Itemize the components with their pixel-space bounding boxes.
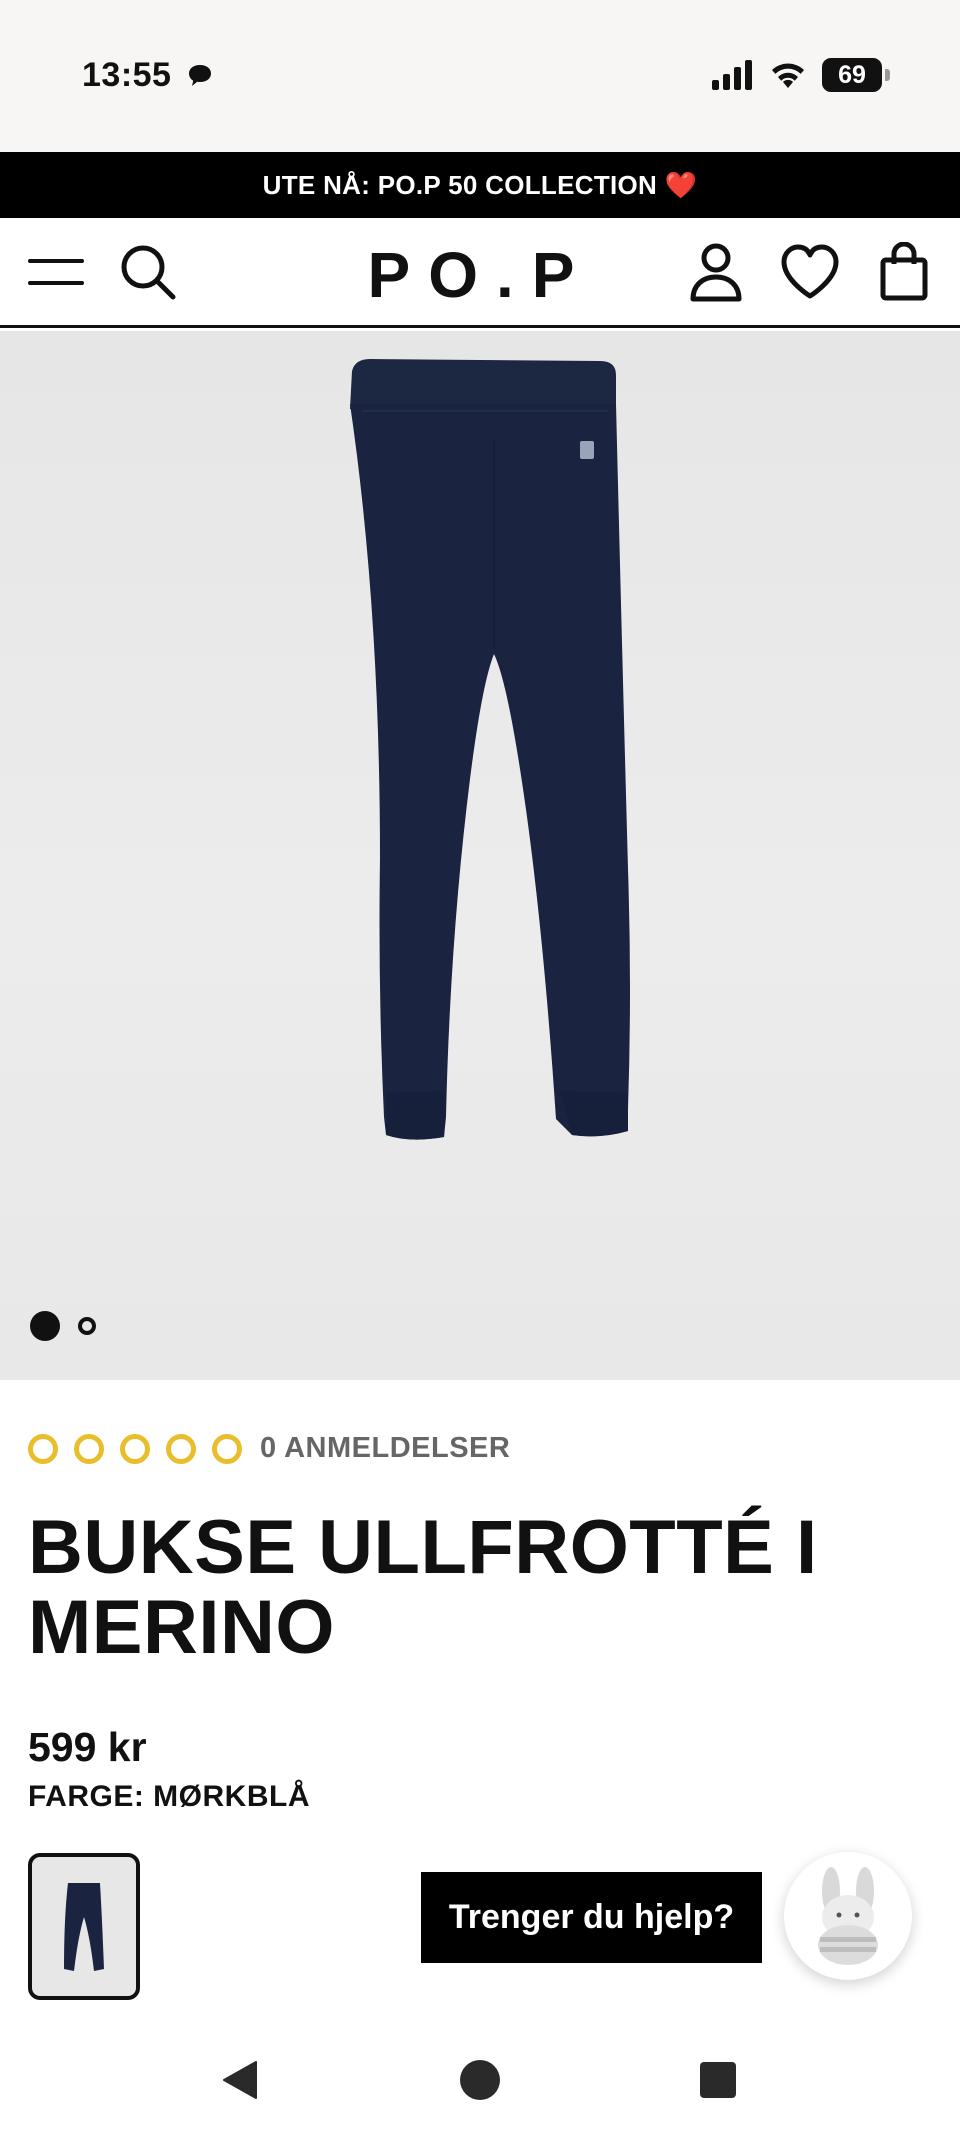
battery-level: 69: [838, 60, 866, 89]
back-button[interactable]: [210, 2050, 270, 2110]
status-right: 69: [712, 58, 890, 92]
product-image: [350, 359, 630, 1140]
bunny-mascot-icon: [818, 1867, 878, 1965]
brand-logo[interactable]: PO.P: [368, 239, 593, 311]
home-circle-icon: [460, 2060, 500, 2100]
menu-button[interactable]: [24, 240, 88, 304]
battery-indicator: 69: [822, 58, 890, 92]
chat-avatar[interactable]: [784, 1852, 912, 1980]
rating-star-empty-icon: [28, 1433, 58, 1464]
wifi-icon: [772, 63, 804, 88]
promo-text: UTE NÅ: PO.P 50 COLLECTION ❤️: [262, 169, 698, 200]
product-title: BUKSE ULLFROTTÉ I MERINO: [28, 1505, 818, 1670]
product-rating[interactable]: 0 ANMELDELSER: [28, 1432, 510, 1465]
swatch-thumbnail: [64, 1882, 104, 1971]
bag-icon: [880, 242, 928, 301]
rating-star-empty-icon: [212, 1433, 242, 1464]
message-icon: [189, 65, 211, 86]
recents-square-icon: [700, 2062, 736, 2098]
rating-star-empty-icon: [120, 1433, 150, 1464]
promo-banner[interactable]: UTE NÅ: PO.P 50 COLLECTION ❤️: [0, 152, 960, 218]
help-chat-button[interactable]: Trenger du hjelp?: [421, 1872, 762, 1963]
product-image-gallery[interactable]: [0, 331, 960, 1380]
status-time: 13:55: [82, 56, 172, 94]
recents-button[interactable]: [688, 2050, 748, 2110]
rating-star-empty-icon: [166, 1433, 196, 1464]
status-bar: 13:55 69: [0, 0, 960, 152]
back-triangle-icon: [223, 2061, 257, 2099]
reviews-count[interactable]: 0 ANMELDELSER: [260, 1432, 510, 1465]
site-header: PO.P: [0, 218, 960, 328]
product-price: 599 kr: [28, 1724, 147, 1770]
color-swatch-selected[interactable]: [28, 1853, 140, 2000]
cart-button[interactable]: [872, 240, 936, 304]
gallery-dot-active[interactable]: [30, 1311, 60, 1341]
rating-star-empty-icon: [74, 1433, 104, 1464]
heart-icon: [781, 244, 839, 299]
menu-icon: [28, 259, 84, 285]
home-button[interactable]: [450, 2050, 510, 2110]
account-icon: [690, 243, 742, 302]
search-button[interactable]: [116, 240, 180, 304]
signal-icon: [712, 60, 752, 90]
gallery-dot[interactable]: [78, 1317, 96, 1335]
search-icon: [121, 245, 176, 300]
product-color-label: FARGE: MØRKBLÅ: [28, 1780, 310, 1813]
gallery-pagination: [30, 1311, 96, 1341]
wishlist-button[interactable]: [778, 240, 842, 304]
system-nav-bar: [0, 2010, 960, 2142]
account-button[interactable]: [684, 240, 748, 304]
